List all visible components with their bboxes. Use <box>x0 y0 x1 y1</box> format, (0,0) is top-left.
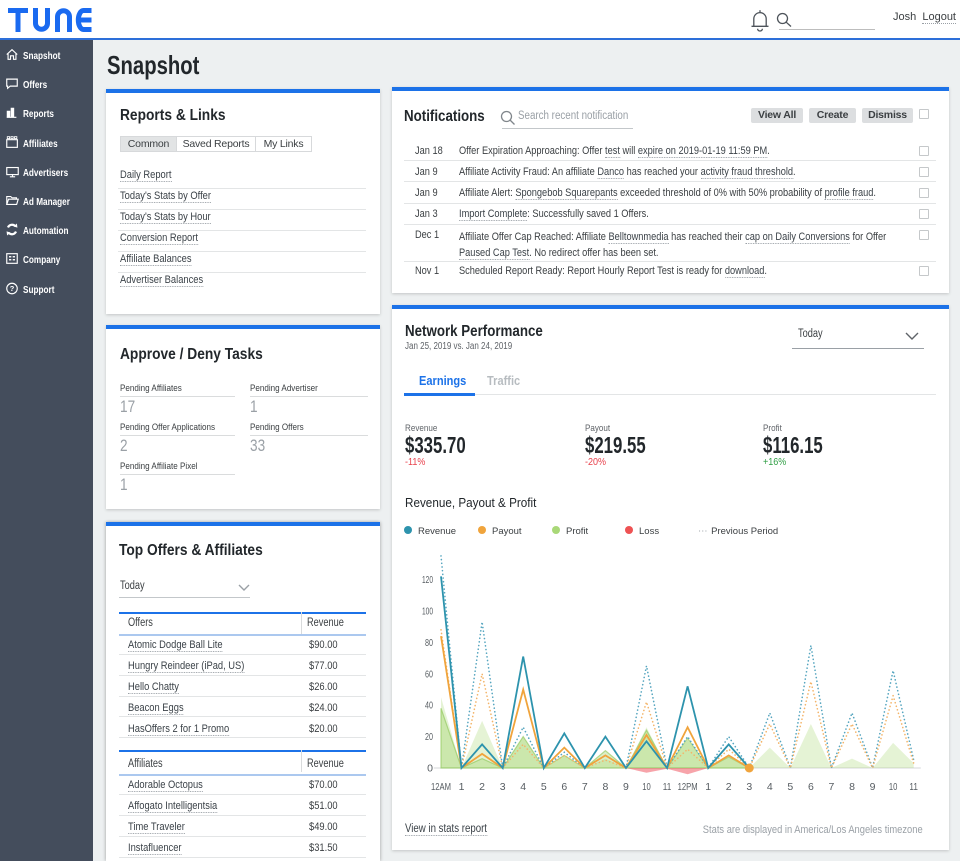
svg-text:8: 8 <box>849 781 855 793</box>
svg-text:6: 6 <box>561 781 567 793</box>
svg-text:10: 10 <box>642 781 651 793</box>
svg-text:11: 11 <box>663 781 672 793</box>
svg-text:12AM: 12AM <box>431 781 451 793</box>
svg-text:0: 0 <box>427 763 433 775</box>
svg-text:5: 5 <box>541 781 547 793</box>
svg-text:40: 40 <box>425 700 433 712</box>
svg-text:100: 100 <box>422 605 433 617</box>
svg-text:9: 9 <box>623 781 629 793</box>
svg-text:5: 5 <box>787 781 793 793</box>
svg-text:7: 7 <box>829 781 835 793</box>
svg-text:1: 1 <box>459 781 465 793</box>
svg-text:7: 7 <box>582 781 588 793</box>
svg-text:9: 9 <box>870 781 876 793</box>
svg-text:8: 8 <box>602 781 608 793</box>
svg-text:20: 20 <box>425 731 433 743</box>
svg-text:1: 1 <box>705 781 711 793</box>
svg-text:3: 3 <box>500 781 506 793</box>
svg-text:11: 11 <box>909 781 918 793</box>
svg-text:?: ? <box>10 284 15 293</box>
svg-text:2: 2 <box>479 781 485 793</box>
svg-text:120: 120 <box>422 574 433 586</box>
svg-text:2: 2 <box>726 781 732 793</box>
svg-text:80: 80 <box>425 637 433 649</box>
svg-text:60: 60 <box>425 668 433 680</box>
svg-text:12PM: 12PM <box>678 781 698 793</box>
svg-text:3: 3 <box>746 781 752 793</box>
svg-text:4: 4 <box>767 781 773 793</box>
svg-text:10: 10 <box>889 781 898 793</box>
svg-text:4: 4 <box>520 781 526 793</box>
svg-text:6: 6 <box>808 781 814 793</box>
